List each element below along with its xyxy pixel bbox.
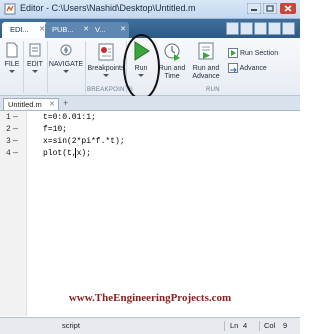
line-marker: — [13, 137, 18, 146]
watermark-text: www.TheEngineeringProjects.com [68, 292, 232, 304]
column-label: Col [264, 321, 276, 330]
status-bar: script Ln 4 Col 9 [0, 317, 300, 334]
run-and-advance-label: Run and Advance [192, 65, 220, 80]
advance-label: Advance [239, 64, 267, 72]
quick-access-toolbar [226, 22, 298, 35]
line-marker: — [13, 113, 18, 122]
line-number: 2 [6, 125, 11, 134]
run-section-icon [228, 48, 238, 58]
minimize-icon[interactable] [247, 3, 261, 14]
close-tab-icon[interactable]: ✕ [120, 22, 126, 38]
code-line[interactable]: 4 — plot(t,x); [0, 148, 300, 160]
navigate-icon [60, 44, 72, 56]
advance-icon [228, 63, 238, 73]
edit-label: EDIT [27, 61, 43, 68]
text-cursor [75, 148, 76, 158]
chevron-down-icon [9, 70, 15, 73]
copy-icon[interactable] [254, 22, 267, 35]
document-tab-bar: Untitled.m ✕ + [0, 96, 300, 111]
tab-editor[interactable]: EDI... ✕ [2, 22, 48, 38]
run-and-time-label: Run and Time [158, 65, 186, 80]
run-and-time-button[interactable]: Run and Time [157, 40, 187, 81]
line-value: 4 [243, 321, 248, 330]
run-section-label: Run Section [239, 49, 279, 57]
chevron-down-icon [103, 74, 109, 77]
edit-icon [29, 43, 41, 57]
chevron-down-icon [63, 70, 69, 73]
navigate-button[interactable]: NAVIGATE [48, 42, 84, 73]
line-marker: — [13, 149, 18, 158]
status-divider [259, 321, 260, 331]
close-document-icon[interactable]: ✕ [49, 99, 55, 111]
line-number: 4 [6, 149, 11, 158]
code-text: x=sin(2*pi*f.*t); [43, 137, 125, 146]
column-value: 9 [283, 321, 288, 330]
breakpoints-label: Breakpoints [87, 65, 125, 72]
code-text: t=0:0.01:1; [43, 113, 96, 122]
run-and-time-icon [164, 43, 180, 61]
navigate-label: NAVIGATE [48, 61, 84, 68]
tab-editor-label: EDI... [10, 25, 29, 34]
file-button[interactable]: FILE [2, 42, 22, 73]
tab-view[interactable]: V... ✕ [88, 22, 129, 38]
annotation-circle [123, 34, 160, 100]
code-text: f=10; [43, 125, 68, 134]
run-section-button[interactable]: Run Section [228, 48, 278, 58]
line-label: Ln [230, 321, 239, 330]
undo-icon[interactable] [268, 22, 281, 35]
code-text: plot(t,x); [43, 149, 92, 158]
save-icon[interactable] [226, 22, 239, 35]
line-number: 3 [6, 137, 11, 146]
run-and-advance-icon [198, 42, 214, 60]
new-document-icon[interactable]: + [63, 98, 68, 109]
matlab-editor-icon [4, 3, 16, 15]
edit-button[interactable]: EDIT [24, 42, 46, 73]
document-tab-label: Untitled.m [8, 100, 42, 109]
maximize-icon[interactable] [263, 3, 277, 14]
tab-publish-label: PUB... [52, 25, 74, 34]
file-type-status: script [62, 321, 80, 330]
run-group-label: RUN [206, 87, 220, 93]
code-line[interactable]: 1 — t=0:0.01:1; [0, 112, 300, 124]
dock-icon[interactable] [282, 22, 295, 35]
line-marker: — [13, 125, 18, 134]
status-divider [224, 321, 225, 331]
line-number: 1 [6, 113, 11, 122]
code-line[interactable]: 2 — f=10; [0, 124, 300, 136]
cut-icon[interactable] [240, 22, 253, 35]
breakpoints-button[interactable]: Breakpoints [86, 42, 126, 77]
advance-button[interactable]: Advance [228, 63, 267, 73]
tab-publish[interactable]: PUB... ✕ [45, 22, 92, 38]
code-line[interactable]: 3 — x=sin(2*pi*f.*t); [0, 136, 300, 148]
run-and-advance-button[interactable]: Run and Advance [188, 40, 224, 81]
window-title: Editor - C:\Users\Nashid\Desktop\Untitle… [20, 3, 196, 13]
chevron-down-icon [32, 70, 38, 73]
tab-view-label: V... [95, 25, 106, 34]
close-icon[interactable] [280, 3, 296, 14]
document-tab[interactable]: Untitled.m ✕ [3, 98, 59, 110]
file-label: FILE [4, 61, 20, 68]
breakpoints-icon [98, 43, 114, 61]
file-icon [6, 42, 18, 58]
